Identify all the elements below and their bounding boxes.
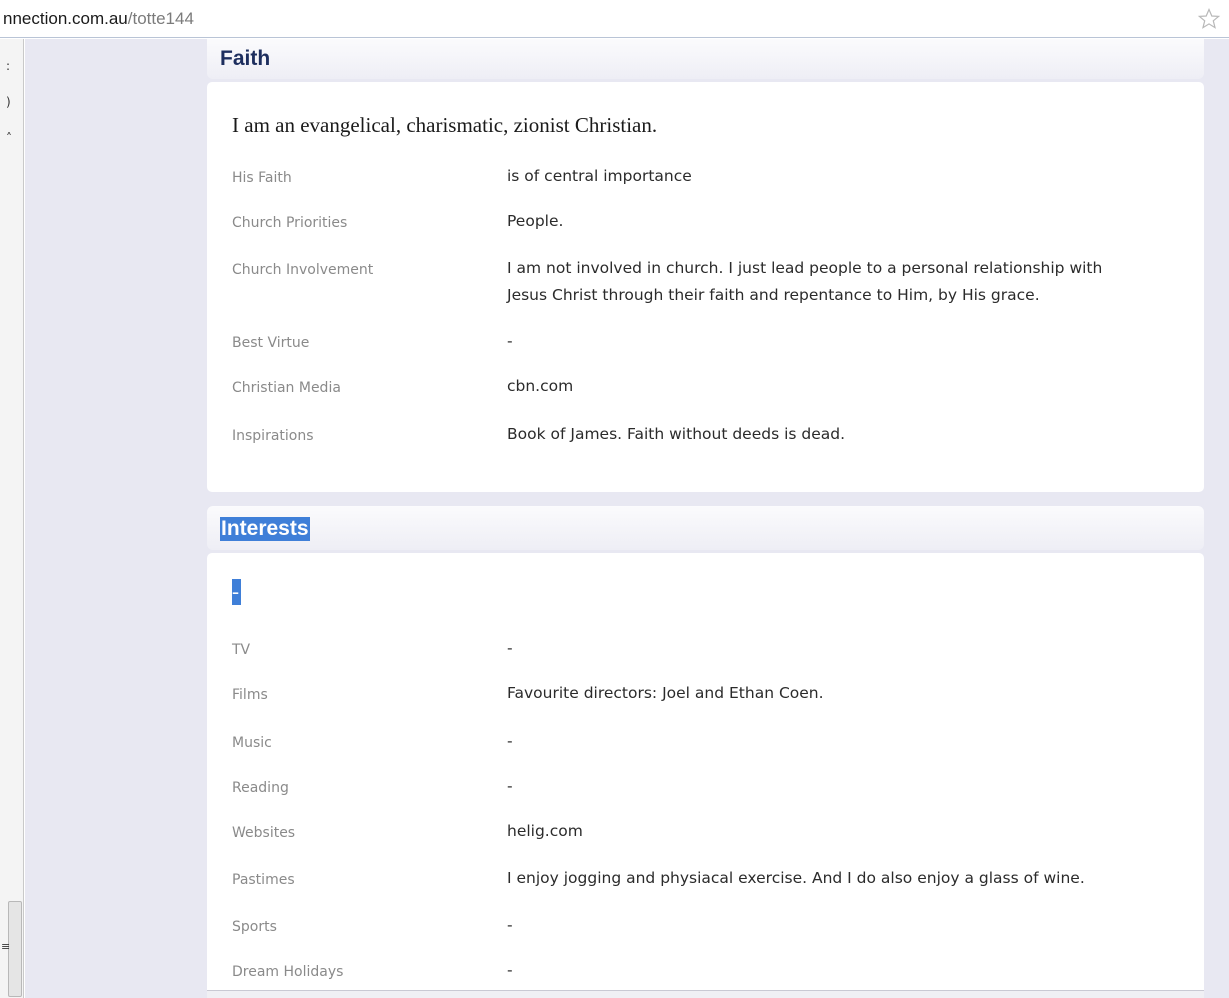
gutter-glyph: ) bbox=[6, 95, 11, 109]
faith-row-value: I am not involved in church. I just lead… bbox=[507, 259, 1103, 304]
faith-row-value: - bbox=[507, 332, 513, 350]
faith-row-value: is of central importance bbox=[507, 167, 692, 185]
url-path: /totte144 bbox=[127, 9, 194, 28]
interests-row-value: - bbox=[507, 639, 513, 657]
interests-section-header: Interests bbox=[207, 506, 1204, 550]
faith-panel: I am an evangelical, charismatic, zionis… bbox=[207, 82, 1204, 492]
interests-lead-statement: - bbox=[232, 579, 241, 605]
interests-row-label: Sports bbox=[232, 919, 277, 935]
faith-row-value: Book of James. Faith without deeds is de… bbox=[507, 425, 846, 443]
interests-row-value: I enjoy jogging and physiacal exercise. … bbox=[507, 869, 1085, 887]
interests-row-label: TV bbox=[232, 642, 251, 658]
faith-row-label: His Faith bbox=[232, 170, 292, 186]
left-sidebar: : ) ˄ ≡ bbox=[0, 39, 24, 998]
url-text[interactable]: nnection.com.au/totte144 bbox=[3, 9, 194, 29]
interests-row-value: - bbox=[507, 961, 513, 979]
faith-row-label: Church Priorities bbox=[232, 215, 348, 231]
scrollbar-thumb[interactable]: ≡ bbox=[1, 901, 22, 997]
gutter-glyph: ≡ bbox=[1, 940, 11, 953]
faith-row-label: Best Virtue bbox=[232, 335, 310, 351]
faith-row-label: Church Involvement bbox=[232, 262, 374, 278]
interests-row-value: - bbox=[507, 916, 513, 934]
faith-section-title: Faith bbox=[220, 47, 271, 70]
interests-row-label: Dream Holidays bbox=[232, 964, 344, 980]
interests-row-label: Websites bbox=[232, 825, 296, 841]
faith-row-value[interactable]: cbn.com bbox=[507, 373, 1147, 400]
page-bottom-edge bbox=[207, 990, 1204, 998]
faith-row-label: Christian Media bbox=[232, 380, 341, 396]
interests-row-label: Reading bbox=[232, 780, 289, 796]
interests-row-label: Films bbox=[232, 687, 268, 703]
interests-row-label: Music bbox=[232, 735, 272, 751]
gutter-glyph: ˄ bbox=[6, 131, 12, 145]
interests-row-value: - bbox=[507, 732, 513, 750]
interests-panel: - TV - Films Favourite directors: Joel a… bbox=[207, 553, 1204, 998]
faith-row-label: Inspirations bbox=[232, 428, 314, 444]
bookmark-star-icon[interactable] bbox=[1197, 7, 1221, 31]
interests-row-value[interactable]: helig.com bbox=[507, 818, 1147, 845]
faith-section-header: Faith bbox=[207, 39, 1204, 79]
url-domain: nnection.com.au bbox=[3, 9, 128, 28]
interests-row-value: Favourite directors: Joel and Ethan Coen… bbox=[507, 684, 824, 702]
interests-row-label: Pastimes bbox=[232, 872, 295, 888]
faith-lead-statement: I am an evangelical, charismatic, zionis… bbox=[232, 113, 658, 137]
faith-row-value: People. bbox=[507, 212, 564, 230]
address-bar[interactable]: nnection.com.au/totte144 bbox=[0, 0, 1229, 38]
gutter-glyph: : bbox=[6, 59, 11, 73]
interests-section-title: Interests bbox=[220, 517, 310, 541]
interests-row-value: - bbox=[507, 777, 513, 795]
